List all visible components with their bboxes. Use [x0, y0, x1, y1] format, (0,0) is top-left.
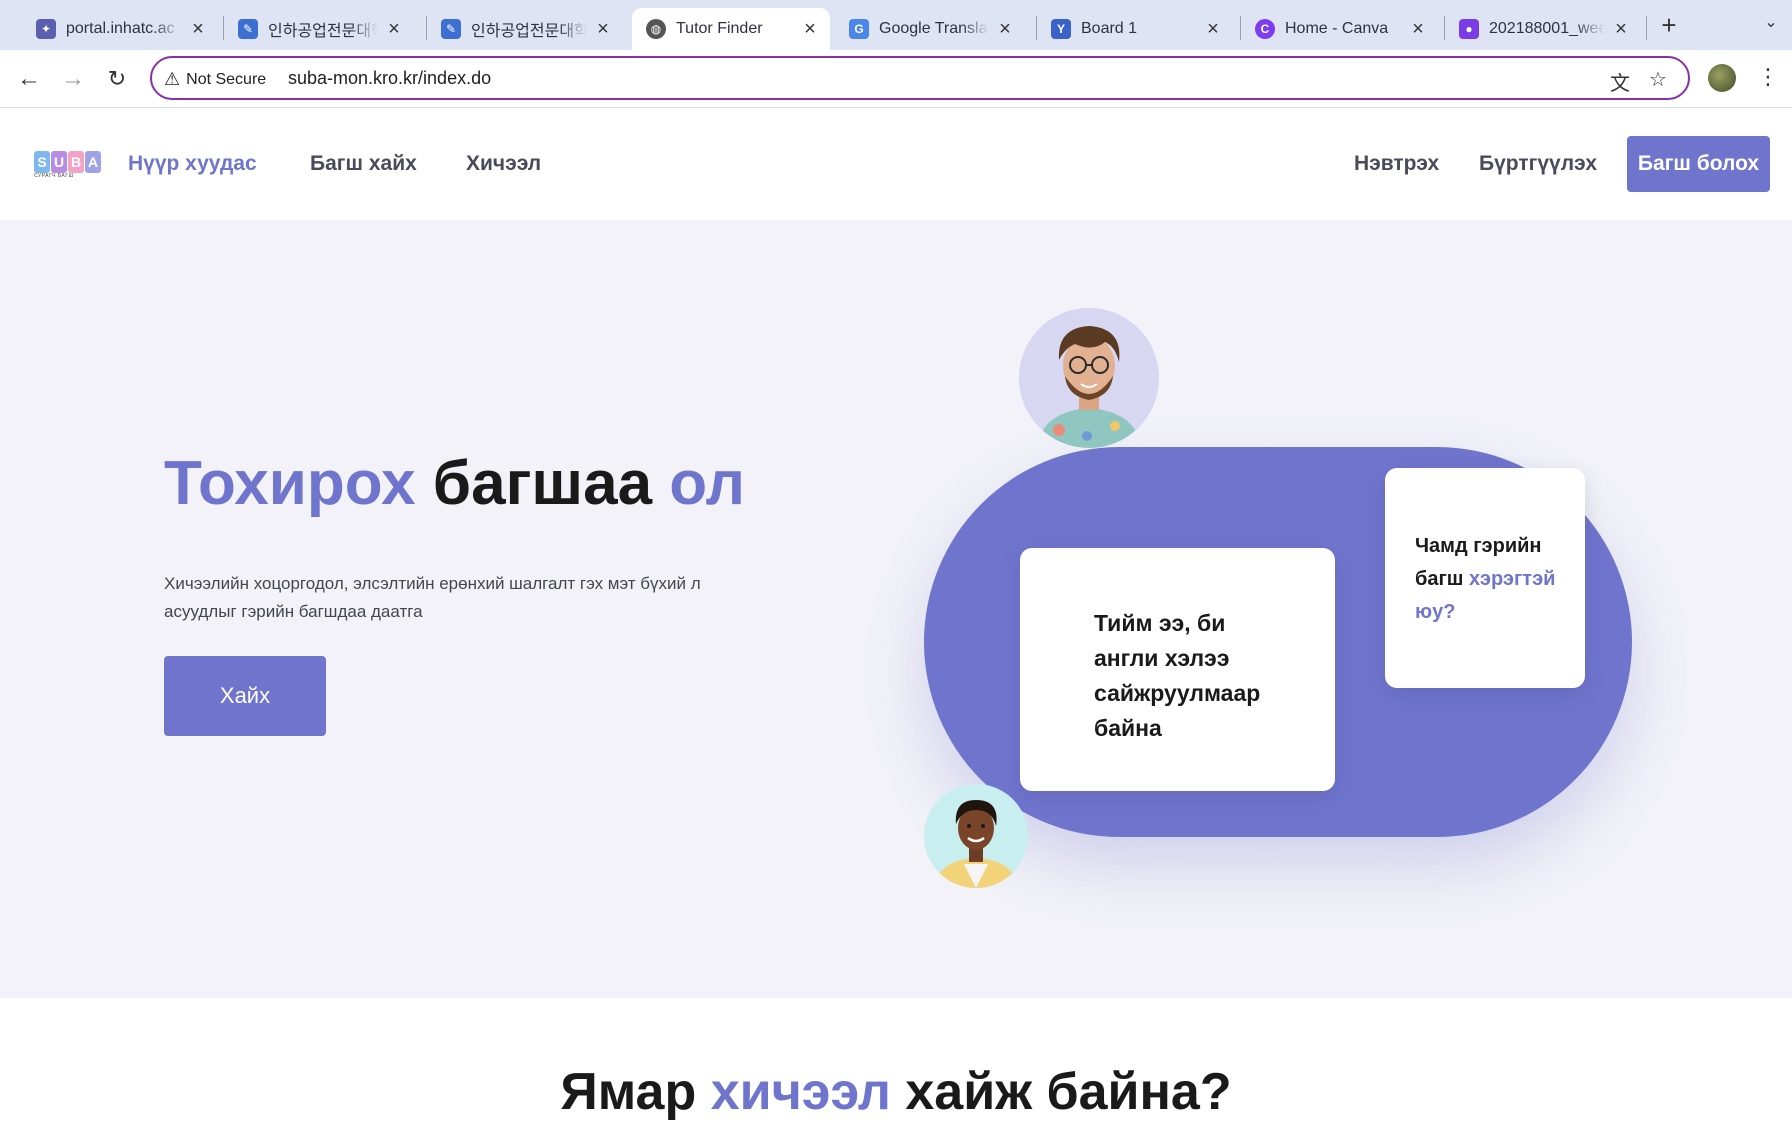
chat-card-reply: Тийм ээ, би англи хэлээ сайжруулмаар бай… [1020, 548, 1335, 791]
logo-subtitle: СУРАГЧ БАГШ [34, 173, 74, 179]
hero-title: Тохирох багшаа ол [164, 448, 745, 519]
more-menu-icon[interactable]: ⋮ [1756, 64, 1780, 90]
become-teacher-button[interactable]: Багш болох [1627, 136, 1770, 192]
section-title-highlight: хичээл [710, 1063, 891, 1121]
browser-tab[interactable]: C Home - Canva × [1241, 8, 1438, 50]
address-bar[interactable]: ⚠ Not Secure suba-mon.kro.kr/index.do 文 … [150, 56, 1690, 100]
close-tab-icon[interactable]: × [1611, 18, 1631, 41]
logo-letter: U [51, 151, 67, 173]
tutor-avatar [1019, 308, 1159, 448]
browser-tab-bar: ✦ portal.inhatc.ac × ✎ 인하공업전문대학 C × ✎ 인하… [0, 0, 1792, 50]
section-title-text: хайж байна? [890, 1063, 1232, 1121]
security-label: Not Secure [186, 70, 267, 88]
browser-tab[interactable]: ✎ 인하공업전문대학 C × [224, 8, 414, 50]
close-tab-icon[interactable]: × [384, 18, 404, 41]
profile-avatar[interactable] [1708, 64, 1736, 92]
bookmark-star-icon[interactable]: ☆ [1649, 67, 1667, 92]
hero-title-highlight: Тохирох [164, 449, 416, 518]
close-tab-icon[interactable]: × [995, 18, 1015, 41]
logo-letter: B [68, 151, 84, 173]
close-tab-icon[interactable]: × [188, 18, 208, 41]
section-title: Ямар хичээл хайж байна? [0, 1062, 1792, 1122]
close-tab-icon[interactable]: × [593, 18, 613, 41]
tab-title: Board 1 [1081, 20, 1138, 37]
tab-search-button[interactable]: ⌄ [1756, 8, 1786, 38]
edit-document-favicon-icon: ✎ [238, 19, 258, 39]
nav-lessons[interactable]: Хичээл [466, 152, 541, 176]
tab-divider [1646, 16, 1647, 40]
globe-favicon-icon: ◍ [646, 19, 666, 39]
close-tab-icon[interactable]: × [800, 18, 820, 41]
url-text[interactable]: suba-mon.kro.kr/index.do [288, 68, 491, 89]
board-favicon-icon: Y [1051, 19, 1071, 39]
security-indicator[interactable]: ⚠ Not Secure [164, 69, 266, 90]
tab-title: 인하공업전문대학 C [471, 23, 587, 40]
chat-reply-text: Тийм ээ, би англи хэлээ сайжруулмаар бай… [1094, 610, 1261, 741]
site-header: S U B A СУРАГЧ БАГШ Нүүр хуудас Багш хай… [0, 108, 1792, 220]
hero-title-highlight: ол [669, 449, 745, 518]
browser-tab-active[interactable]: ◍ Tutor Finder × [632, 8, 830, 50]
nav-register[interactable]: Бүртгүүлэх [1479, 152, 1597, 176]
section-title-text: Ямар [560, 1063, 711, 1121]
canva-favicon-icon: C [1255, 19, 1275, 39]
chat-favicon-icon: ● [1459, 19, 1479, 39]
forward-arrow-icon[interactable]: → [58, 64, 88, 94]
nav-login[interactable]: Нэвтрэх [1354, 152, 1439, 176]
browser-tab[interactable]: ● 202188001_wee × [1445, 8, 1641, 50]
tab-title: Home - Canva [1285, 20, 1389, 37]
search-button[interactable]: Хайх [164, 656, 326, 736]
browser-tab[interactable]: ✦ portal.inhatc.ac × [22, 8, 218, 50]
close-tab-icon[interactable]: × [1203, 18, 1223, 41]
logo-letter: A [85, 151, 101, 173]
university-favicon-icon: ✦ [36, 19, 56, 39]
logo-letter: S [34, 151, 50, 173]
site-logo[interactable]: S U B A СУРАГЧ БАГШ [34, 151, 102, 181]
browser-toolbar: ← → ↻ ⚠ Not Secure suba-mon.kro.kr/index… [0, 50, 1792, 108]
warning-triangle-icon: ⚠ [164, 69, 181, 89]
chat-question-text: Чамд гэрийн багш хэрэгтэй юу? [1415, 530, 1575, 629]
browser-tab[interactable]: Y Board 1 × [1037, 8, 1233, 50]
nav-find-teacher[interactable]: Багш хайх [310, 152, 417, 176]
translate-icon[interactable]: 文 [1610, 67, 1630, 96]
tab-title: Tutor Finder [676, 20, 763, 37]
back-arrow-icon[interactable]: ← [14, 64, 44, 94]
nav-home[interactable]: Нүүр хуудас [128, 152, 257, 176]
hero-description: Хичээлийн хоцоргодол, элсэлтийн ерөнхий … [164, 574, 701, 621]
google-translate-favicon-icon: G [849, 19, 869, 39]
tab-title: 인하공업전문대학 C [268, 23, 378, 40]
tab-title: portal.inhatc.ac [66, 20, 175, 37]
close-tab-icon[interactable]: × [1408, 18, 1428, 41]
reload-icon[interactable]: ↻ [102, 64, 132, 94]
student-avatar [924, 784, 1028, 888]
tab-title: Google Translat [879, 20, 989, 37]
browser-tab[interactable]: ✎ 인하공업전문대학 C × [427, 8, 623, 50]
edit-document-favicon-icon: ✎ [441, 19, 461, 39]
tab-title: 202188001_wee [1489, 20, 1605, 37]
new-tab-button[interactable]: + [1654, 10, 1684, 41]
hero-section: Тохирох багшаа ол Хичээлийн хоцоргодол, … [0, 220, 1792, 998]
browser-tab[interactable]: G Google Translat × [835, 8, 1025, 50]
hero-title-text: багшаа [415, 449, 670, 518]
chat-card-question: Чамд гэрийн багш хэрэгтэй юу? [1385, 468, 1585, 688]
